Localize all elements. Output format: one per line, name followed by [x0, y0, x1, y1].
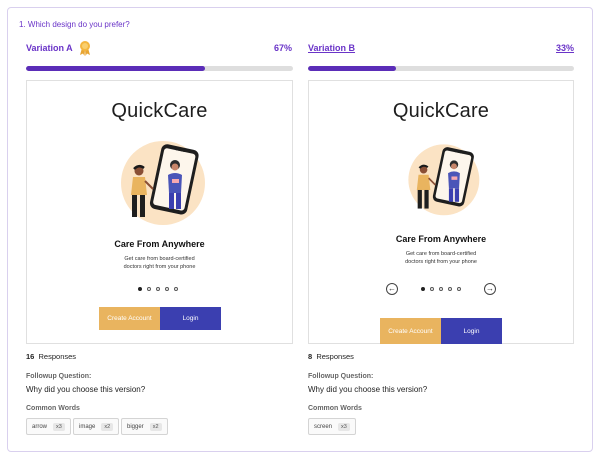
word-chip-count: x2: [101, 422, 114, 431]
responses-label: Responses: [316, 352, 354, 361]
arrow-right-icon[interactable]: →: [484, 283, 496, 295]
word-chip-count: x3: [53, 422, 65, 431]
responses-label: Responses: [38, 352, 77, 361]
word-chip[interactable]: image x2: [73, 418, 120, 435]
variation-b-progress-fill: [308, 66, 396, 71]
login-button[interactable]: Login: [441, 318, 502, 344]
subtitle-line-1: Get care from board-certified: [405, 251, 477, 257]
carousel-dot[interactable]: [174, 287, 178, 291]
word-chip-text: arrow: [32, 423, 48, 430]
question-title: 1. Which design do you prefer?: [19, 20, 130, 29]
word-chip-text: screen: [314, 423, 333, 430]
followup-question: Why did you choose this version?: [308, 385, 428, 394]
responses-count: 16: [26, 352, 35, 361]
login-button[interactable]: Login: [160, 307, 221, 330]
common-words-label: Common Words: [308, 405, 362, 412]
word-chip-text: bigger: [127, 423, 144, 430]
carousel-dot[interactable]: [430, 287, 434, 291]
word-chip[interactable]: bigger x2: [121, 418, 168, 435]
variation-a-responses: 16 Responses: [26, 352, 76, 361]
create-account-button[interactable]: Create Account: [99, 307, 160, 330]
subtitle-line-1: Get care from board-certified: [124, 256, 195, 262]
word-chip[interactable]: screen x3: [308, 418, 356, 435]
followup-label: Followup Question:: [308, 373, 374, 380]
carousel-dot[interactable]: [439, 287, 443, 291]
carousel-dot[interactable]: [457, 287, 461, 291]
brand-name: QuickCare: [392, 100, 490, 122]
common-words-label: Common Words: [26, 405, 80, 412]
variation-a-progress-bar: [26, 66, 293, 71]
headline: Care From Anywhere: [114, 239, 205, 249]
followup-question: Why did you choose this version?: [26, 385, 146, 394]
create-account-button[interactable]: Create Account: [380, 318, 441, 344]
carousel-dot[interactable]: [421, 287, 425, 291]
variation-b-title[interactable]: Variation B: [308, 43, 355, 53]
doctor-phone-illustration: [121, 141, 205, 225]
variation-a-title[interactable]: Variation A: [26, 43, 73, 53]
followup-label: Followup Question:: [26, 373, 92, 380]
doctor-phone-illustration: [408, 144, 480, 216]
award-ribbon-icon: [80, 41, 90, 56]
carousel-dot[interactable]: [147, 287, 151, 291]
word-chip-count: x2: [149, 422, 162, 431]
variation-a-progress-fill: [26, 66, 205, 71]
word-chip[interactable]: arrow x3: [26, 418, 71, 435]
arrow-left-icon[interactable]: ←: [386, 283, 398, 295]
variation-a-preview: QuickCare Care From Anywhere Get care fr…: [26, 80, 293, 344]
carousel-dot[interactable]: [165, 287, 169, 291]
word-chip-count: x3: [338, 422, 350, 431]
subtitle-line-2: doctors right from your phone: [123, 264, 196, 270]
word-chip-text: image: [79, 423, 96, 430]
variation-b-percent: 33%: [556, 43, 575, 53]
carousel-dots: [138, 287, 178, 291]
variation-a-percent: 67%: [274, 43, 293, 53]
carousel-dot[interactable]: [448, 287, 452, 291]
variation-b-progress-bar: [308, 66, 574, 71]
subtitle-line-2: doctors right from your phone: [405, 259, 477, 265]
variation-b-preview: QuickCare Care From Anywhere Get care fr…: [308, 80, 574, 344]
carousel-dot[interactable]: [156, 287, 160, 291]
brand-name: QuickCare: [111, 100, 208, 122]
headline: Care From Anywhere: [395, 234, 487, 244]
responses-count: 8: [308, 352, 313, 361]
carousel-dot[interactable]: [138, 287, 142, 291]
variation-b-responses: 8 Responses: [308, 352, 354, 361]
carousel-dots: [421, 287, 461, 291]
